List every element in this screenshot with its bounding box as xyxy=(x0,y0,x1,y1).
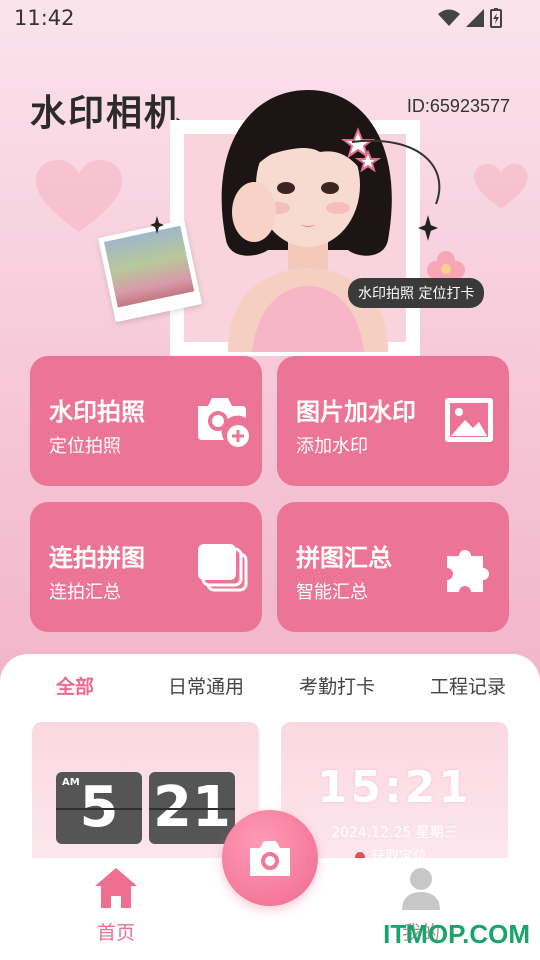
wifi-icon xyxy=(438,9,460,26)
camera-plus-icon xyxy=(198,398,249,447)
card-title: 图片加水印 xyxy=(296,398,416,426)
tab-all[interactable]: 全部 xyxy=(56,672,94,699)
template-date: 2024.12.25 星期三 xyxy=(331,825,458,841)
status-time: 11:42 xyxy=(14,6,75,30)
image-icon xyxy=(445,398,493,442)
collage-summary-card[interactable]: 拼图汇总 智能汇总 xyxy=(277,502,509,632)
polaroid-photo xyxy=(98,219,202,323)
user-icon xyxy=(402,868,440,910)
nav-home[interactable]: 首页 xyxy=(76,866,156,945)
camera-fab-button[interactable] xyxy=(222,810,318,906)
status-bar: 11:42 xyxy=(0,0,540,38)
girl-portrait xyxy=(221,90,392,352)
hero-badge: 水印拍照 定位打卡 xyxy=(348,278,485,308)
nav-home-label: 首页 xyxy=(96,922,135,944)
hero-illustration: 水印拍照 定位打卡 xyxy=(98,88,500,358)
curve-line-decoration xyxy=(351,139,441,205)
card-subtitle: 定位拍照 xyxy=(49,436,121,457)
site-watermark: ITMOP.COM xyxy=(383,919,530,949)
card-subtitle: 智能汇总 xyxy=(296,582,368,603)
camera-icon xyxy=(250,841,290,876)
stacked-cards-icon xyxy=(198,544,248,592)
card-title: 水印拍照 xyxy=(49,398,145,426)
card-subtitle: 连拍汇总 xyxy=(49,582,121,603)
flip-hour: AM 5 xyxy=(56,772,142,844)
home-icon xyxy=(95,868,137,908)
card-subtitle: 添加水印 xyxy=(296,436,368,457)
card-title: 拼图汇总 xyxy=(296,544,392,572)
status-icons xyxy=(438,8,502,28)
image-watermark-card[interactable]: 图片加水印 添加水印 xyxy=(277,356,509,486)
sparkle-icon xyxy=(418,215,438,241)
battery-icon xyxy=(490,8,502,28)
card-title: 连拍拼图 xyxy=(49,544,145,572)
signal-icon xyxy=(466,9,484,27)
watermark-photo-card[interactable]: 水印拍照 定位拍照 xyxy=(30,356,262,486)
template-tabs: 全部 日常通用 考勤打卡 工程记录 xyxy=(0,654,540,714)
tab-daily[interactable]: 日常通用 xyxy=(168,672,244,699)
sparkle-icon xyxy=(150,216,164,234)
tab-attendance[interactable]: 考勤打卡 xyxy=(299,672,375,699)
flip-minute: 21 xyxy=(149,772,235,844)
burst-collage-card[interactable]: 连拍拼图 连拍汇总 xyxy=(30,502,262,632)
tab-engineering[interactable]: 工程记录 xyxy=(430,672,506,699)
puzzle-icon xyxy=(447,550,489,592)
am-label: AM xyxy=(62,777,80,788)
template-time: 15:21 xyxy=(316,762,473,813)
